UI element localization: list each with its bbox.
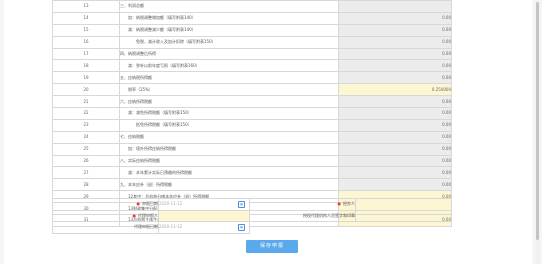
agent-org-label: 授权代理机构人员签字和印章: [249, 209, 356, 222]
declare-date-label: ● 申报日期: [52, 198, 159, 211]
scrollbar-thumb[interactable]: [536, 2, 539, 240]
row-number: 21: [52, 95, 120, 109]
row-description-text: 免税、减计收入及加计扣除（填写附表150）: [136, 39, 216, 45]
row-value: [338, 0, 452, 13]
row-description-text: 四、纳税调整后所得: [120, 51, 157, 56]
row-number: 15: [52, 23, 120, 37]
row-description: 八、实际应纳所得税额: [119, 154, 339, 168]
form-frame: 13 三、利润总额 14 加：纳税调整增加额（填写附表140） 0.00 15 减：纳税调整…: [4, 0, 532, 264]
row-description-text: 减：减免所得税额（填写附表150）: [128, 110, 192, 116]
row-number: 24: [52, 130, 120, 144]
row-value: 0.00: [338, 118, 452, 132]
table-row: 25 加：境外所得应纳所得税额 0.00: [52, 142, 452, 156]
row-description: 减：弥补以前年度亏损（填写附表160）: [119, 59, 339, 73]
row-description: 加：纳税调整增加额（填写附表140）: [119, 11, 339, 25]
row-description: 五、应纳税所得额: [119, 71, 339, 85]
row-number: 28: [52, 178, 120, 192]
row-description: 免税、减计收入及加计扣除（填写附表150）: [119, 35, 339, 49]
row-number: 26: [52, 154, 120, 168]
handler-label: ● 经办人: [249, 198, 356, 211]
row-value: 0.00: [338, 11, 452, 25]
calendar-icon[interactable]: ▦: [238, 224, 245, 231]
row-value: 0.00: [338, 130, 452, 144]
row-number: 23: [52, 118, 120, 132]
row-description: 九、本年应补（退）所得税额: [119, 178, 339, 192]
save-declare-button[interactable]: 保存申报: [246, 240, 298, 253]
table-row: 16 免税、减计收入及加计扣除（填写附表150） 0.00: [52, 35, 452, 49]
table-row: 17 四、纳税调整后所得 0.00: [52, 47, 452, 61]
table-row: 26 八、实际应纳所得税额 0.00: [52, 154, 452, 168]
row-number: 18: [52, 59, 120, 73]
row-description-text: 八、实际应纳所得税额: [120, 158, 161, 164]
row-description: 四、纳税调整后所得: [119, 47, 339, 61]
table-row: 20 税率（25%） 0.250000: [52, 83, 452, 97]
row-description: 税率（25%）: [119, 83, 339, 97]
calendar-icon[interactable]: ▦: [238, 201, 245, 208]
row-description: 七、应纳税额: [119, 130, 339, 144]
row-description: 三、利润总额: [119, 0, 339, 13]
row-value: 0.00: [338, 107, 452, 120]
row-description-text: 税率（25%）: [128, 86, 153, 92]
empty-cell: [356, 222, 452, 234]
row-number: 14: [52, 11, 120, 25]
row-number: 16: [52, 35, 120, 49]
row-value: 0.00: [338, 166, 452, 180]
row-value: 0.00: [338, 59, 452, 73]
row-number: 20: [52, 83, 120, 97]
table-row: 21 六、应纳所得税额 0.00: [52, 95, 452, 109]
row-description-text: 三、利润总额: [120, 3, 145, 9]
agent-input[interactable]: [158, 209, 250, 222]
row-description-text: 六、应纳所得税额: [120, 98, 153, 104]
signature-section: ● 申报日期 2020-11-12 ▦ ● 经办人 ● 代理申报人 授权代理机构人员签字…: [52, 198, 452, 234]
row-value: 0.00: [338, 154, 452, 168]
agent-org-input[interactable]: [355, 209, 452, 222]
row-description: 六、应纳所得税额: [119, 95, 339, 109]
row-description-text: 减：弥补以前年度亏损（填写附表160）: [128, 62, 200, 68]
row-description: 加：境外所得应纳所得税额: [119, 142, 339, 156]
row-description-text: 九、本年应补（退）所得税额: [120, 181, 173, 187]
row-description-text: 五、应纳税所得额: [120, 74, 153, 80]
row-value: 0.00: [338, 178, 452, 192]
declare-date-input[interactable]: 2020-11-12 ▦: [158, 198, 250, 211]
row-value: 0.00: [338, 142, 452, 156]
row-number: 19: [52, 71, 120, 85]
row-description-text: 减：纳税调整减少额（填写附表140）: [128, 27, 196, 33]
row-description: 减：减免所得税额（填写附表150）: [119, 107, 339, 120]
table-row: 24 七、应纳税额 0.00: [52, 130, 452, 144]
agent-label: ● 代理申报人: [52, 209, 159, 222]
accept-date-input[interactable]: 2020-11-12 ▦: [158, 221, 250, 234]
row-description-text: 减：本年累计实际已预缴的所得税额: [128, 169, 192, 175]
row-value: 0.00: [338, 95, 452, 109]
row-number: 25: [52, 142, 120, 156]
row-number: 27: [52, 166, 120, 180]
row-description-text: 加：纳税调整增加额（填写附表140）: [128, 15, 196, 21]
table-row: 15 减：纳税调整减少额（填写附表140） 0.00: [52, 23, 452, 37]
table-row: 23 抵免所得税额（填写附表150） 0.00: [52, 118, 452, 132]
row-description-text: 抵免所得税额（填写附表150）: [136, 122, 192, 128]
row-description: 抵免所得税额（填写附表150）: [119, 118, 339, 132]
row-description: 减：本年累计实际已预缴的所得税额: [119, 166, 339, 180]
accept-date-label: 代理申报日期: [52, 221, 159, 234]
row-description-text: 七、应纳税额: [120, 134, 145, 140]
table-row: 22 减：减免所得税额（填写附表150） 0.00: [52, 107, 452, 120]
empty-cell: [250, 222, 356, 234]
row-value: 0.00: [338, 47, 452, 61]
handler-input[interactable]: [355, 198, 452, 211]
row-number: 22: [52, 107, 120, 120]
row-value[interactable]: 0.250000: [338, 83, 452, 97]
row-number: 13: [52, 0, 120, 13]
table-row: 13 三、利润总额: [52, 0, 452, 13]
table-row: 28 九、本年应补（退）所得税额 0.00: [52, 178, 452, 192]
row-description: 减：纳税调整减少额（填写附表140）: [119, 23, 339, 37]
row-description-text: 加：境外所得应纳所得税额: [128, 146, 176, 152]
row-value: 0.00: [338, 71, 452, 85]
table-row: 27 减：本年累计实际已预缴的所得税额 0.00: [52, 166, 452, 180]
row-number: 17: [52, 47, 120, 61]
table-row: 19 五、应纳税所得额 0.00: [52, 71, 452, 85]
tax-form-table: 13 三、利润总额 14 加：纳税调整增加额（填写附表140） 0.00 15 减：纳税调整…: [52, 0, 452, 227]
table-row: 18 减：弥补以前年度亏损（填写附表160） 0.00: [52, 59, 452, 73]
row-value: 0.00: [338, 35, 452, 49]
table-row: 14 加：纳税调整增加额（填写附表140） 0.00: [52, 11, 452, 25]
row-value: 0.00: [338, 23, 452, 37]
